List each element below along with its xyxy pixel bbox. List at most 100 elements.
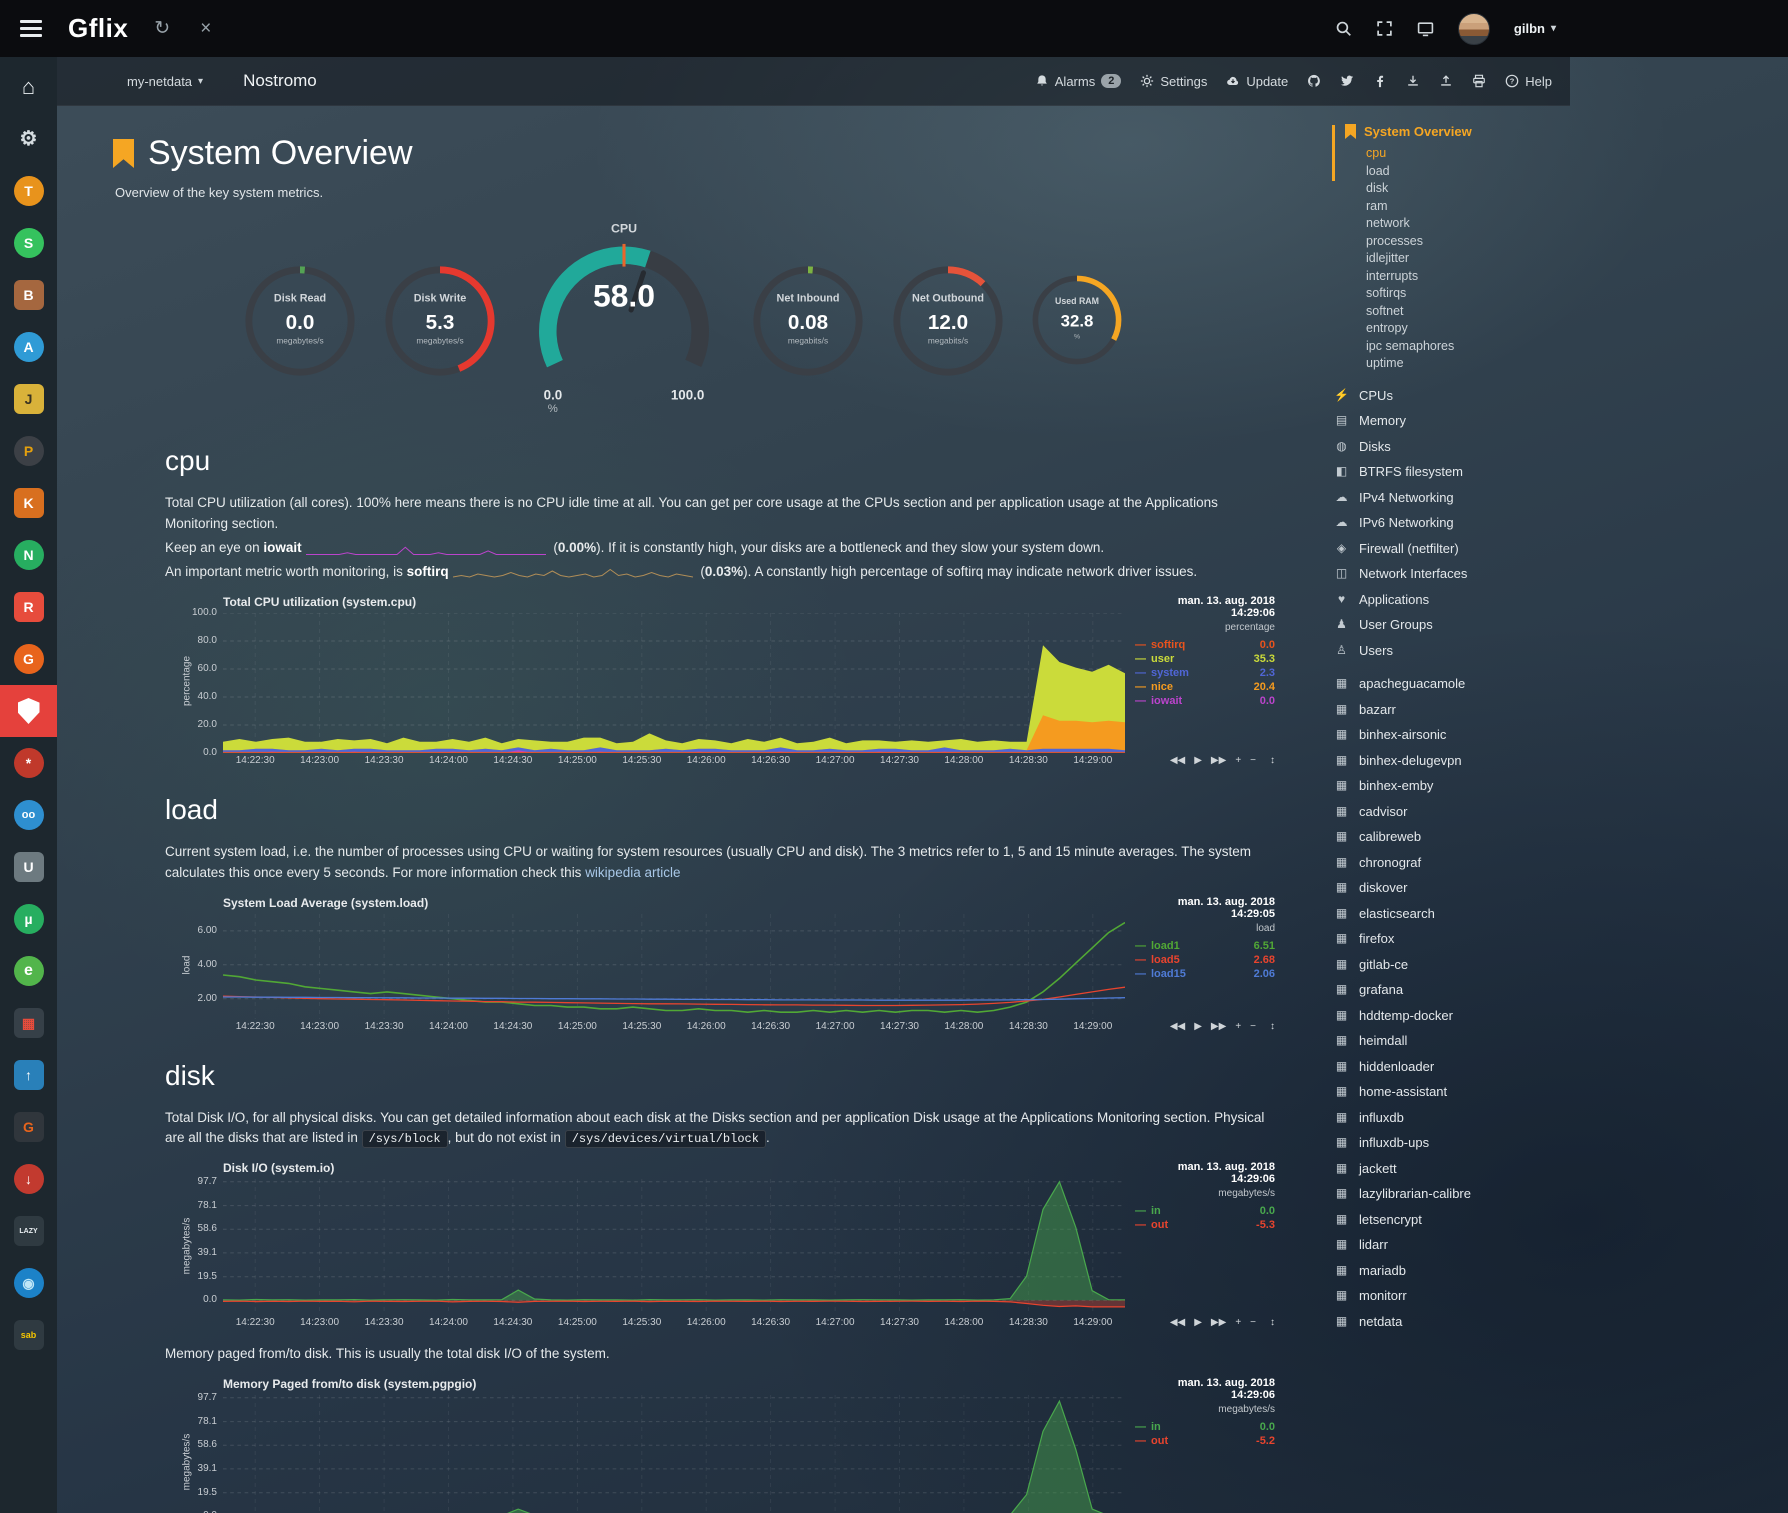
legend-cpu-system[interactable]: —system2.3 <box>1135 666 1275 680</box>
legend-io-out[interactable]: —out-5.3 <box>1135 1218 1275 1232</box>
sidebar-app-mariadb[interactable]: * <box>0 737 57 789</box>
menu-container-binhex-emby[interactable]: ▦binhex-emby <box>1333 773 1570 799</box>
menu-container-apacheguacamole[interactable]: ▦apacheguacamole <box>1333 671 1570 697</box>
fullscreen-icon[interactable] <box>1376 20 1393 37</box>
menu-item-disk[interactable]: disk <box>1345 180 1570 198</box>
download-icon[interactable] <box>1406 74 1420 88</box>
chart-plot[interactable] <box>223 613 1125 753</box>
hostname[interactable]: Nostromo <box>243 71 317 91</box>
menu-item-load[interactable]: load <box>1345 163 1570 181</box>
sidebar-app-lazylibrarian[interactable]: LAZY <box>0 1205 57 1257</box>
sidebar-app-grafana[interactable]: G <box>0 633 57 685</box>
menu-container-chronograf[interactable]: ▦chronograf <box>1333 850 1570 876</box>
sidebar-app-filebrowser[interactable]: ↑ <box>0 1049 57 1101</box>
upload-icon[interactable] <box>1439 74 1453 88</box>
chart-pan-left-icon[interactable]: ◀◀ <box>1170 1317 1185 1328</box>
user-menu[interactable]: gilbn ▾ <box>1514 21 1556 36</box>
sidebar-app-tautulli[interactable]: T <box>0 165 57 217</box>
sidebar-app-settings[interactable]: ⚙ <box>0 113 57 165</box>
menu-container-netdata[interactable]: ▦netdata <box>1333 1309 1570 1335</box>
sidebar-app-home[interactable]: ⌂ <box>0 61 57 113</box>
chart-pan-right-icon[interactable]: ▶▶ <box>1211 1021 1226 1032</box>
sidebar-app-gitlab[interactable]: G <box>0 1101 57 1153</box>
menu-section-btrfs-filesystem[interactable]: ◧BTRFS filesystem <box>1333 459 1570 485</box>
menu-container-binhex-airsonic[interactable]: ▦binhex-airsonic <box>1333 722 1570 748</box>
legend-load-load5[interactable]: —load52.68 <box>1135 953 1275 967</box>
chart-plot[interactable] <box>223 914 1125 1019</box>
menu-container-influxdb-ups[interactable]: ▦influxdb-ups <box>1333 1130 1570 1156</box>
sidebar-app-owncloud[interactable]: oo <box>0 789 57 841</box>
legend-cpu-softirq[interactable]: —softirq0.0 <box>1135 638 1275 652</box>
menu-container-calibreweb[interactable]: ▦calibreweb <box>1333 824 1570 850</box>
help-button[interactable]: ? Help <box>1505 74 1552 89</box>
legend-cpu-iowait[interactable]: —iowait0.0 <box>1135 694 1275 708</box>
menu-section-ipv4-networking[interactable]: ☁IPv4 Networking <box>1333 485 1570 511</box>
sidebar-app-sonarr[interactable]: S <box>0 217 57 269</box>
menu-container-influxdb[interactable]: ▦influxdb <box>1333 1105 1570 1131</box>
legend-load-load1[interactable]: —load16.51 <box>1135 939 1275 953</box>
chart-zoom-out-icon[interactable]: − <box>1250 1021 1256 1032</box>
menu-section-user-groups[interactable]: ♟User Groups <box>1333 612 1570 638</box>
menu-section-cpus[interactable]: ⚡CPUs <box>1333 383 1570 409</box>
menu-section-firewall-netfilter-[interactable]: ◈Firewall (netfilter) <box>1333 536 1570 562</box>
menu-container-firefox[interactable]: ▦firefox <box>1333 926 1570 952</box>
menu-container-mariadb[interactable]: ▦mariadb <box>1333 1258 1570 1284</box>
menu-container-gitlab-ce[interactable]: ▦gitlab-ce <box>1333 952 1570 978</box>
legend-io-in[interactable]: —in0.0 <box>1135 1204 1275 1218</box>
menu-container-elasticsearch[interactable]: ▦elasticsearch <box>1333 901 1570 927</box>
menu-container-hiddenloader[interactable]: ▦hiddenloader <box>1333 1054 1570 1080</box>
legend-load-load15[interactable]: —load152.06 <box>1135 967 1275 981</box>
alarms-button[interactable]: Alarms 2 <box>1035 74 1122 89</box>
legend-pgpgio-in[interactable]: —in0.0 <box>1135 1420 1275 1434</box>
menu-container-home-assistant[interactable]: ▦home-assistant <box>1333 1079 1570 1105</box>
menu-item-uptime[interactable]: uptime <box>1345 355 1570 373</box>
menu-container-binhex-delugevpn[interactable]: ▦binhex-delugevpn <box>1333 748 1570 774</box>
sidebar-app-plex[interactable]: P <box>0 425 57 477</box>
sidebar-app-airsonic[interactable]: A <box>0 321 57 373</box>
menu-container-diskover[interactable]: ▦diskover <box>1333 875 1570 901</box>
sidebar-app-netdata[interactable] <box>0 685 57 737</box>
chart-zoom-out-icon[interactable]: − <box>1250 755 1256 766</box>
menu-item-processes[interactable]: processes <box>1345 233 1570 251</box>
twitter-icon[interactable] <box>1340 74 1354 88</box>
sidebar-app-emby[interactable]: e <box>0 945 57 997</box>
chart-plot[interactable] <box>223 1395 1125 1513</box>
sidebar-app-downloader[interactable]: ↓ <box>0 1153 57 1205</box>
menu-container-letsencrypt[interactable]: ▦letsencrypt <box>1333 1207 1570 1233</box>
wikipedia-link[interactable]: wikipedia article <box>585 865 680 880</box>
host-selector[interactable]: my-netdata ▾ <box>127 74 203 89</box>
settings-button[interactable]: Settings <box>1140 74 1207 89</box>
close-icon[interactable]: × <box>196 16 215 42</box>
chart-zoom-in-icon[interactable]: + <box>1235 1317 1241 1328</box>
sidebar-app-sabnzbd[interactable]: sab <box>0 1309 57 1361</box>
chart-pan-right-icon[interactable]: ▶▶ <box>1211 1317 1226 1328</box>
print-icon[interactable] <box>1472 74 1486 88</box>
chart-zoom-out-icon[interactable]: − <box>1250 1317 1256 1328</box>
chart-zoom-in-icon[interactable]: + <box>1235 755 1241 766</box>
sidebar-app-monitorr[interactable]: ▦ <box>0 997 57 1049</box>
menu-section-memory[interactable]: ▤Memory <box>1333 408 1570 434</box>
menu-section-ipv6-networking[interactable]: ☁IPv6 Networking <box>1333 510 1570 536</box>
sidebar-app-utorrent[interactable]: µ <box>0 893 57 945</box>
chart-resize-icon[interactable]: ↕ <box>1270 1021 1275 1032</box>
app-title[interactable]: Gflix <box>68 13 128 44</box>
menu-container-cadvisor[interactable]: ▦cadvisor <box>1333 799 1570 825</box>
menu-item-ram[interactable]: ram <box>1345 198 1570 216</box>
avatar[interactable] <box>1458 13 1490 45</box>
menu-item-entropy[interactable]: entropy <box>1345 320 1570 338</box>
chart-system-cpu[interactable]: percentage 100.080.060.040.020.00.0 Tota… <box>165 595 1275 768</box>
menu-container-bazarr[interactable]: ▦bazarr <box>1333 697 1570 723</box>
sidebar-app-bazarr[interactable]: B <box>0 269 57 321</box>
chart-resize-icon[interactable]: ↕ <box>1270 1317 1275 1328</box>
legend-pgpgio-out[interactable]: —out-5.2 <box>1135 1434 1275 1448</box>
menu-item-cpu[interactable]: cpu <box>1345 145 1570 163</box>
menu-item-interrupts[interactable]: interrupts <box>1345 268 1570 286</box>
chart-pan-left-icon[interactable]: ◀◀ <box>1170 755 1185 766</box>
facebook-icon[interactable] <box>1373 74 1387 88</box>
menu-container-monitorr[interactable]: ▦monitorr <box>1333 1283 1570 1309</box>
update-button[interactable]: Update <box>1226 74 1288 89</box>
chart-zoom-in-icon[interactable]: + <box>1235 1021 1241 1032</box>
github-icon[interactable] <box>1307 74 1321 88</box>
search-icon[interactable] <box>1335 20 1352 37</box>
menu-system-overview[interactable]: System Overview <box>1345 124 1570 139</box>
